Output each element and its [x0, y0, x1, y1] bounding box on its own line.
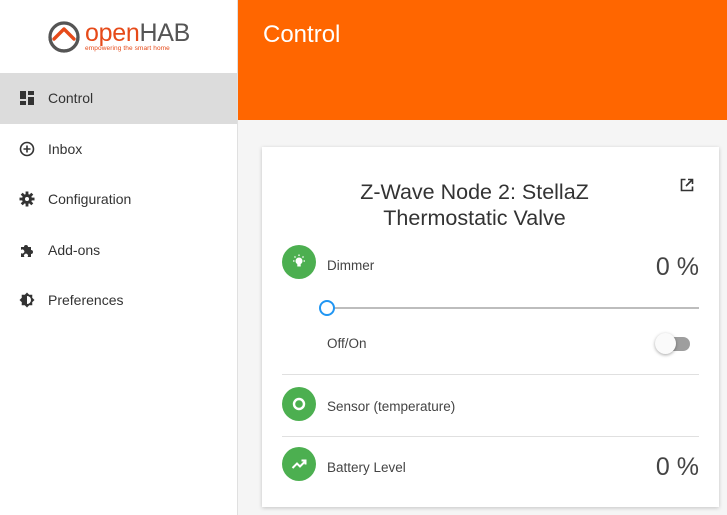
dimmer-slider-track[interactable] — [326, 307, 699, 309]
logo-wordmark: openHAB — [85, 19, 190, 47]
dimmer-slider-thumb[interactable] — [319, 300, 335, 316]
thing-card: Z-Wave Node 2: StellaZ Thermostatic Valv… — [262, 147, 719, 507]
switch-toggle-thumb[interactable] — [655, 333, 676, 354]
ring-icon — [292, 397, 306, 411]
battery-icon-badge — [282, 447, 316, 481]
sidebar-item-label: Preferences — [48, 292, 124, 309]
sidebar-item-addons[interactable]: Add-ons — [0, 225, 237, 276]
switch-label: Off/On — [327, 336, 367, 351]
sidebar-item-inbox[interactable]: Inbox — [0, 124, 237, 175]
sidebar-item-control[interactable]: Control — [0, 73, 237, 124]
dimmer-label: Dimmer — [327, 258, 375, 273]
battery-value: 0 % — [655, 453, 699, 481]
brightness-icon — [19, 292, 35, 308]
row-divider — [282, 436, 699, 437]
sidebar-item-label: Inbox — [48, 140, 83, 157]
dimmer-icon-badge — [282, 245, 316, 279]
dimmer-value: 0 % — [655, 253, 699, 281]
sidebar-item-configuration[interactable]: Configuration — [0, 174, 237, 225]
sidebar-item-label: Configuration — [48, 191, 132, 208]
openhab-logo[interactable]: openHAB empowering the smart home — [47, 20, 190, 54]
lightbulb-icon — [293, 254, 305, 267]
sensor-icon-badge — [282, 387, 316, 421]
sensor-label: Sensor (temperature) — [327, 399, 456, 414]
gear-icon — [19, 191, 35, 207]
sidebar-item-preferences[interactable]: Preferences — [0, 275, 237, 326]
battery-label: Battery Level — [327, 460, 406, 475]
add-circle-icon — [19, 141, 35, 157]
dashboard-icon — [19, 90, 35, 106]
page-title: Control — [263, 21, 341, 48]
logo-area: openHAB empowering the smart home — [0, 0, 237, 73]
page-header: Control — [238, 0, 727, 120]
sidebar-item-label: Add-ons — [48, 241, 101, 258]
sidebar: openHAB empowering the smart home Contro… — [0, 0, 238, 515]
trending-up-icon — [291, 459, 307, 469]
puzzle-icon — [19, 242, 35, 258]
open-in-new-icon[interactable] — [680, 178, 694, 192]
sidebar-item-label: Control — [48, 90, 94, 107]
openhab-logo-icon — [48, 20, 80, 53]
card-title: Z-Wave Node 2: StellaZ Thermostatic Valv… — [360, 180, 589, 230]
row-divider — [282, 374, 699, 375]
